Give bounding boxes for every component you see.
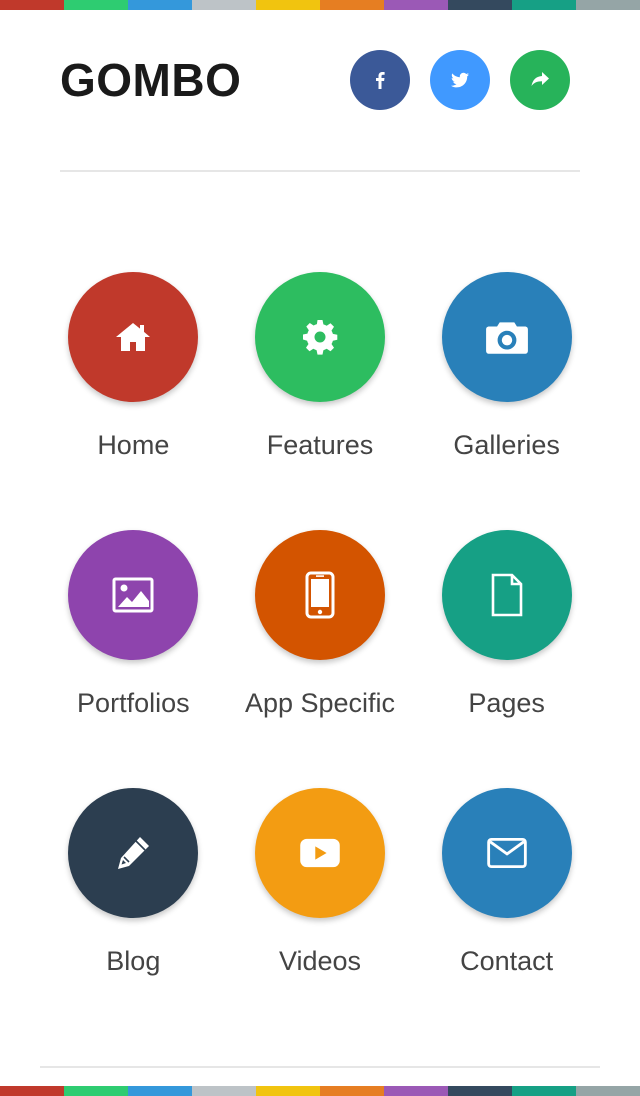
color-stripe-segment: [576, 1086, 640, 1096]
color-stripe-segment: [0, 1086, 64, 1096]
color-stripe-segment: [384, 0, 448, 10]
color-stripe-segment: [448, 1086, 512, 1096]
color-stripe-segment: [320, 0, 384, 10]
footer-divider: [40, 1066, 600, 1068]
features-circle[interactable]: [254, 272, 385, 402]
menu-label: Pages: [468, 688, 545, 718]
menu-item-galleries[interactable]: Galleries: [413, 272, 600, 530]
home-icon: [116, 323, 151, 351]
menu-item-contact[interactable]: Contact: [413, 788, 600, 1046]
color-stripe-segment: [128, 0, 192, 10]
pencil-icon: [118, 837, 150, 869]
color-stripe-segment: [512, 0, 576, 10]
portfolios-circle[interactable]: [68, 530, 199, 660]
menu-grid: Home Features Galleries Portfolios App S…: [40, 272, 600, 1046]
color-stripe-segment: [576, 0, 640, 10]
color-stripe-segment: [384, 1086, 448, 1096]
menu-row: Portfolios App Specific Pages: [40, 530, 600, 788]
envelope-icon: [486, 837, 527, 869]
menu-label: Galleries: [453, 430, 560, 460]
menu-item-blog[interactable]: Blog: [40, 788, 227, 1046]
gear-icon: [302, 320, 338, 355]
color-stripe-segment: [512, 1086, 576, 1096]
header-divider: [60, 170, 580, 172]
blog-circle[interactable]: [68, 788, 199, 918]
home-circle[interactable]: [68, 272, 199, 402]
menu-label: Blog: [106, 946, 161, 976]
twitter-icon: [451, 72, 469, 88]
menu-label: Features: [266, 430, 374, 460]
twitter-button[interactable]: [430, 50, 490, 110]
videos-circle[interactable]: [254, 788, 385, 918]
menu-label: Videos: [278, 946, 362, 976]
menu-label: Contact: [460, 946, 554, 976]
color-stripe-segment: [320, 1086, 384, 1096]
menu-item-features[interactable]: Features: [227, 272, 414, 530]
color-stripe-segment: [256, 0, 320, 10]
page: GOMBO Home Features Galleries Portfolios…: [0, 0, 640, 1096]
menu-label: App Specific: [244, 688, 396, 718]
image-icon: [112, 577, 154, 613]
color-stripe-segment: [64, 0, 128, 10]
menu-item-pages[interactable]: Pages: [413, 530, 600, 788]
color-stripe-segment: [192, 1086, 256, 1096]
color-stripe-segment: [128, 1086, 192, 1096]
facebook-icon: [376, 72, 385, 89]
color-stripe-segment: [192, 0, 256, 10]
mobile-icon: [305, 571, 335, 619]
app-specific-circle[interactable]: [254, 530, 385, 660]
menu-item-home[interactable]: Home: [40, 272, 227, 530]
social-buttons: [350, 50, 570, 110]
menu-item-app-specific[interactable]: App Specific: [227, 530, 414, 788]
header: GOMBO: [60, 50, 580, 110]
menu-label: Portfolios: [77, 688, 190, 718]
logo-title[interactable]: GOMBO: [60, 54, 241, 106]
galleries-circle[interactable]: [441, 272, 572, 402]
color-stripe-segment: [64, 1086, 128, 1096]
pages-circle[interactable]: [441, 530, 572, 660]
menu-label: Home: [97, 430, 170, 460]
youtube-icon: [300, 838, 340, 868]
contact-circle[interactable]: [441, 788, 572, 918]
bottom-color-stripe: [0, 1086, 640, 1096]
color-stripe-segment: [256, 1086, 320, 1096]
file-icon: [491, 573, 522, 617]
color-stripe-segment: [448, 0, 512, 10]
menu-item-videos[interactable]: Videos: [227, 788, 414, 1046]
menu-item-portfolios[interactable]: Portfolios: [40, 530, 227, 788]
menu-row: Home Features Galleries: [40, 272, 600, 530]
top-color-stripe: [0, 0, 640, 10]
share-icon: [531, 72, 549, 86]
facebook-button[interactable]: [350, 50, 410, 110]
menu-row: Blog Videos Contact: [40, 788, 600, 1046]
color-stripe-segment: [0, 0, 64, 10]
camera-icon: [485, 322, 528, 354]
share-button[interactable]: [510, 50, 570, 110]
